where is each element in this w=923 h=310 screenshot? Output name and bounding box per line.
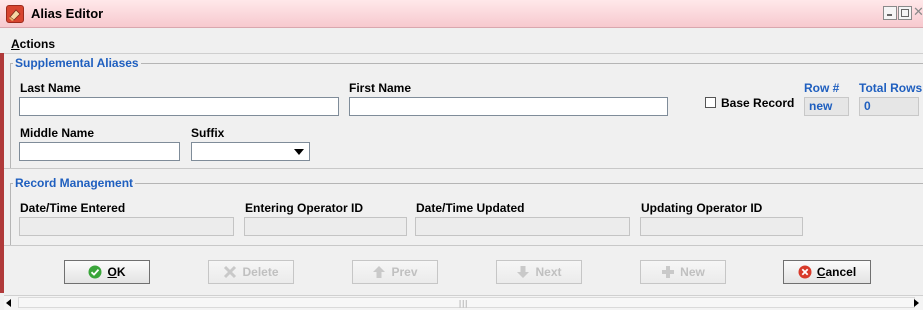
supplemental-section-border: [10, 63, 923, 64]
ok-button[interactable]: OK: [64, 260, 150, 284]
middle-name-label: Middle Name: [20, 126, 95, 140]
close-icon: ✕: [913, 4, 923, 19]
row-number-value: new: [804, 97, 849, 116]
close-button[interactable]: ✕: [913, 4, 923, 19]
horizontal-scrollbar[interactable]: |||: [4, 295, 923, 310]
last-name-label: Last Name: [20, 81, 81, 95]
suffix-select[interactable]: [191, 142, 310, 161]
date-updated-field: [415, 217, 630, 236]
ok-mnemonic: O: [107, 265, 117, 279]
record-section-title: Record Management: [13, 176, 136, 190]
cancel-label-rest: ancel: [825, 265, 857, 279]
scroll-left-arrow-icon[interactable]: [6, 299, 11, 307]
record-section-border-left: [10, 183, 11, 245]
new-button[interactable]: New: [640, 260, 726, 284]
menu-actions-mnemonic: A: [11, 37, 20, 51]
suffix-label: Suffix: [191, 126, 225, 140]
chevron-down-icon: [294, 149, 304, 155]
date-updated-label: Date/Time Updated: [416, 201, 525, 215]
x-icon: [224, 265, 237, 279]
arrow-down-icon: [517, 266, 530, 278]
new-label: New: [680, 265, 705, 279]
green-check-icon: [88, 265, 102, 279]
entering-operator-label: Entering Operator ID: [245, 201, 364, 215]
cancel-label: Cancel: [817, 265, 856, 279]
first-name-label: First Name: [349, 81, 412, 95]
window-title: Alias Editor: [31, 6, 104, 21]
entering-operator-field: [244, 217, 407, 236]
prev-button[interactable]: Prev: [352, 260, 438, 284]
window-left-edge: [0, 53, 4, 293]
date-entered-field: [19, 217, 234, 236]
middle-name-input[interactable]: [19, 142, 180, 161]
base-record-checkbox[interactable]: [705, 97, 716, 108]
next-label: Next: [535, 265, 562, 279]
menu-actions-label: ctions: [19, 37, 56, 51]
menu-bar: Actions: [0, 28, 923, 54]
scroll-right-arrow-icon[interactable]: [914, 299, 919, 307]
delete-label: Delete: [242, 265, 279, 279]
ok-label: OK: [107, 265, 125, 279]
last-name-input[interactable]: [19, 97, 339, 116]
total-rows-value: 0: [859, 97, 919, 116]
cancel-button[interactable]: Cancel: [783, 260, 871, 284]
prev-label: Prev: [391, 265, 418, 279]
ok-label-rest: K: [116, 265, 126, 279]
red-x-circle-icon: [798, 265, 812, 279]
updating-operator-field: [640, 217, 803, 236]
menu-actions[interactable]: Actions: [11, 37, 55, 51]
first-name-input[interactable]: [349, 97, 668, 116]
record-section-border: [10, 183, 923, 184]
row-number-label: Row #: [804, 81, 840, 95]
arrow-up-icon: [373, 266, 386, 278]
scrollbar-grip-icon: |||: [459, 299, 469, 308]
maximize-button[interactable]: [898, 6, 912, 20]
supplemental-section-border-left: [10, 63, 11, 168]
updating-operator-label: Updating Operator ID: [641, 201, 763, 215]
total-rows-label: Total Rows: [859, 81, 923, 95]
minimize-button[interactable]: [883, 6, 897, 20]
scrollbar-thumb[interactable]: |||: [18, 297, 915, 308]
base-record-label: Base Record: [721, 96, 795, 110]
supplemental-section-title: Supplemental Aliases: [13, 56, 141, 70]
section-divider: [4, 168, 923, 169]
date-entered-label: Date/Time Entered: [20, 201, 126, 215]
title-bar: Alias Editor ✕: [0, 0, 923, 28]
alias-editor-window: Alias Editor ✕ Actions Supplemental Alia…: [0, 0, 923, 310]
plus-icon: [662, 266, 675, 278]
next-button[interactable]: Next: [496, 260, 582, 284]
buttons-divider: [4, 245, 923, 246]
delete-button[interactable]: Delete: [208, 260, 294, 284]
app-icon: [6, 5, 24, 23]
